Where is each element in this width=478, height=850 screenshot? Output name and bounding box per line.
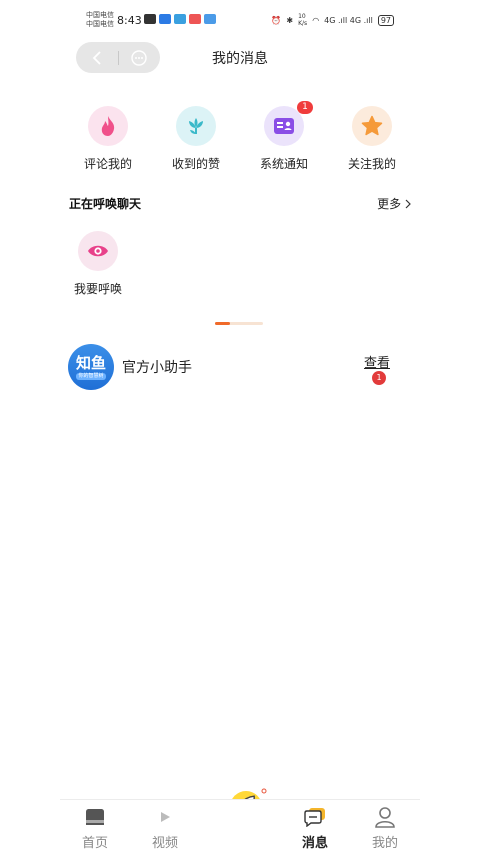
tab-label: 消息	[301, 836, 328, 850]
vibrate-icon: ✱	[286, 15, 294, 25]
category-label: 评论我的	[83, 157, 132, 171]
image-notification-icon	[204, 14, 216, 24]
category-icon-wrap	[176, 106, 216, 146]
network-speed-value: 10	[298, 13, 306, 20]
summon-icon-wrap	[78, 231, 118, 271]
category-label: 收到的赞	[171, 157, 220, 171]
carousel-indicator	[215, 322, 263, 325]
flower-icon	[189, 118, 203, 134]
category-system-notice[interactable]: 1 系统通知	[244, 101, 324, 172]
category-icon-wrap: 1	[264, 101, 313, 146]
flame-icon	[101, 116, 115, 136]
avatar-logo-text: 知鱼	[75, 353, 106, 372]
summon-button[interactable]: 我要呼唤	[68, 231, 128, 297]
tab-label: 我的	[371, 836, 398, 850]
view-button[interactable]: 查看	[364, 352, 390, 371]
alarm-icon: ⏰	[271, 15, 282, 25]
chevron-right-icon	[405, 199, 411, 209]
carrier-line-1: 中国电信	[86, 11, 114, 19]
network-speed-unit: K/s	[298, 20, 308, 27]
message-categories: 评论我的 收到的赞 1 系统通知 关注我的	[60, 101, 420, 176]
news-notification-icon	[189, 14, 201, 24]
tab-label: 首页	[81, 836, 108, 850]
status-right: ⏰ ✱ 10 K/s ◠ 4G .ıll 4G .ıll 97	[271, 13, 394, 27]
category-followers[interactable]: 关注我的	[332, 106, 412, 172]
carousel-indicator-active	[215, 322, 230, 325]
more-options-button[interactable]	[118, 42, 160, 73]
official-assistant-row[interactable]: 知鱼 你的智慧树 官方小助手 查看 1	[68, 344, 410, 392]
messages-screen: 中国电信 中国电信 8:43 ⏰ ✱ 10 K/s ◠ 4G .ıll 4G .…	[60, 0, 420, 850]
play-icon	[161, 812, 170, 822]
category-label: 关注我的	[347, 157, 396, 171]
tab-icon-wrap	[293, 806, 337, 828]
nav-capsule	[76, 42, 160, 73]
network-speed: 10 K/s	[298, 13, 307, 27]
tab-messages[interactable]: 消息	[293, 806, 337, 850]
tab-video[interactable]: 视频	[143, 806, 187, 850]
notice-badge: 1	[297, 101, 313, 114]
status-bar: 中国电信 中国电信 8:43 ⏰ ✱ 10 K/s ◠ 4G .ıll 4G .…	[60, 0, 420, 40]
tab-home[interactable]: 首页	[73, 806, 117, 850]
back-button[interactable]	[76, 42, 118, 73]
section-title: 正在呼唤聊天	[69, 197, 142, 211]
unread-badge: 1	[372, 371, 386, 385]
category-likes[interactable]: 收到的赞	[156, 106, 236, 172]
app-notification-icon	[159, 14, 171, 24]
assistant-name: 官方小助手	[122, 360, 192, 376]
wifi-icon: ◠	[312, 15, 320, 25]
avatar: 知鱼 你的智慧树	[68, 344, 114, 390]
signal-icon: 4G .ıll 4G .ıll	[324, 15, 373, 25]
category-icon-wrap	[88, 106, 128, 146]
bottom-tab-bar: 首页 视频 消息 我的	[60, 799, 420, 850]
cloud-notification-icon	[174, 14, 186, 24]
status-time: 8:43	[117, 14, 142, 27]
dots-circle-icon	[131, 49, 147, 66]
tab-label: 视频	[151, 836, 178, 850]
page-header: 我的消息	[60, 40, 420, 76]
tab-icon-wrap	[73, 806, 117, 828]
tab-profile[interactable]: 我的	[363, 806, 407, 850]
avatar-subtitle: 你的智慧树	[76, 372, 106, 380]
more-link[interactable]: 更多	[377, 195, 411, 212]
id-card-icon	[274, 118, 294, 134]
chat-icon	[304, 808, 325, 827]
chevron-left-icon	[92, 50, 101, 65]
notification-icons	[144, 14, 216, 24]
battery-indicator: 97	[377, 14, 394, 26]
eye-icon	[88, 245, 108, 257]
tab-icon-wrap	[143, 806, 187, 828]
nfc-icon	[144, 14, 156, 24]
user-icon	[375, 807, 395, 828]
tab-icon-wrap	[363, 806, 407, 828]
calling-section-header: 正在呼唤聊天 更多	[69, 193, 411, 213]
home-icon	[86, 809, 104, 825]
category-label: 系统通知	[259, 157, 308, 171]
category-comments[interactable]: 评论我的	[68, 106, 148, 172]
summon-label: 我要呼唤	[73, 282, 122, 296]
more-label: 更多	[377, 197, 402, 211]
star-icon	[361, 115, 383, 136]
carrier-line-2: 中国电信	[86, 20, 114, 28]
category-icon-wrap	[352, 106, 392, 146]
carrier-info: 中国电信 中国电信	[86, 11, 114, 29]
